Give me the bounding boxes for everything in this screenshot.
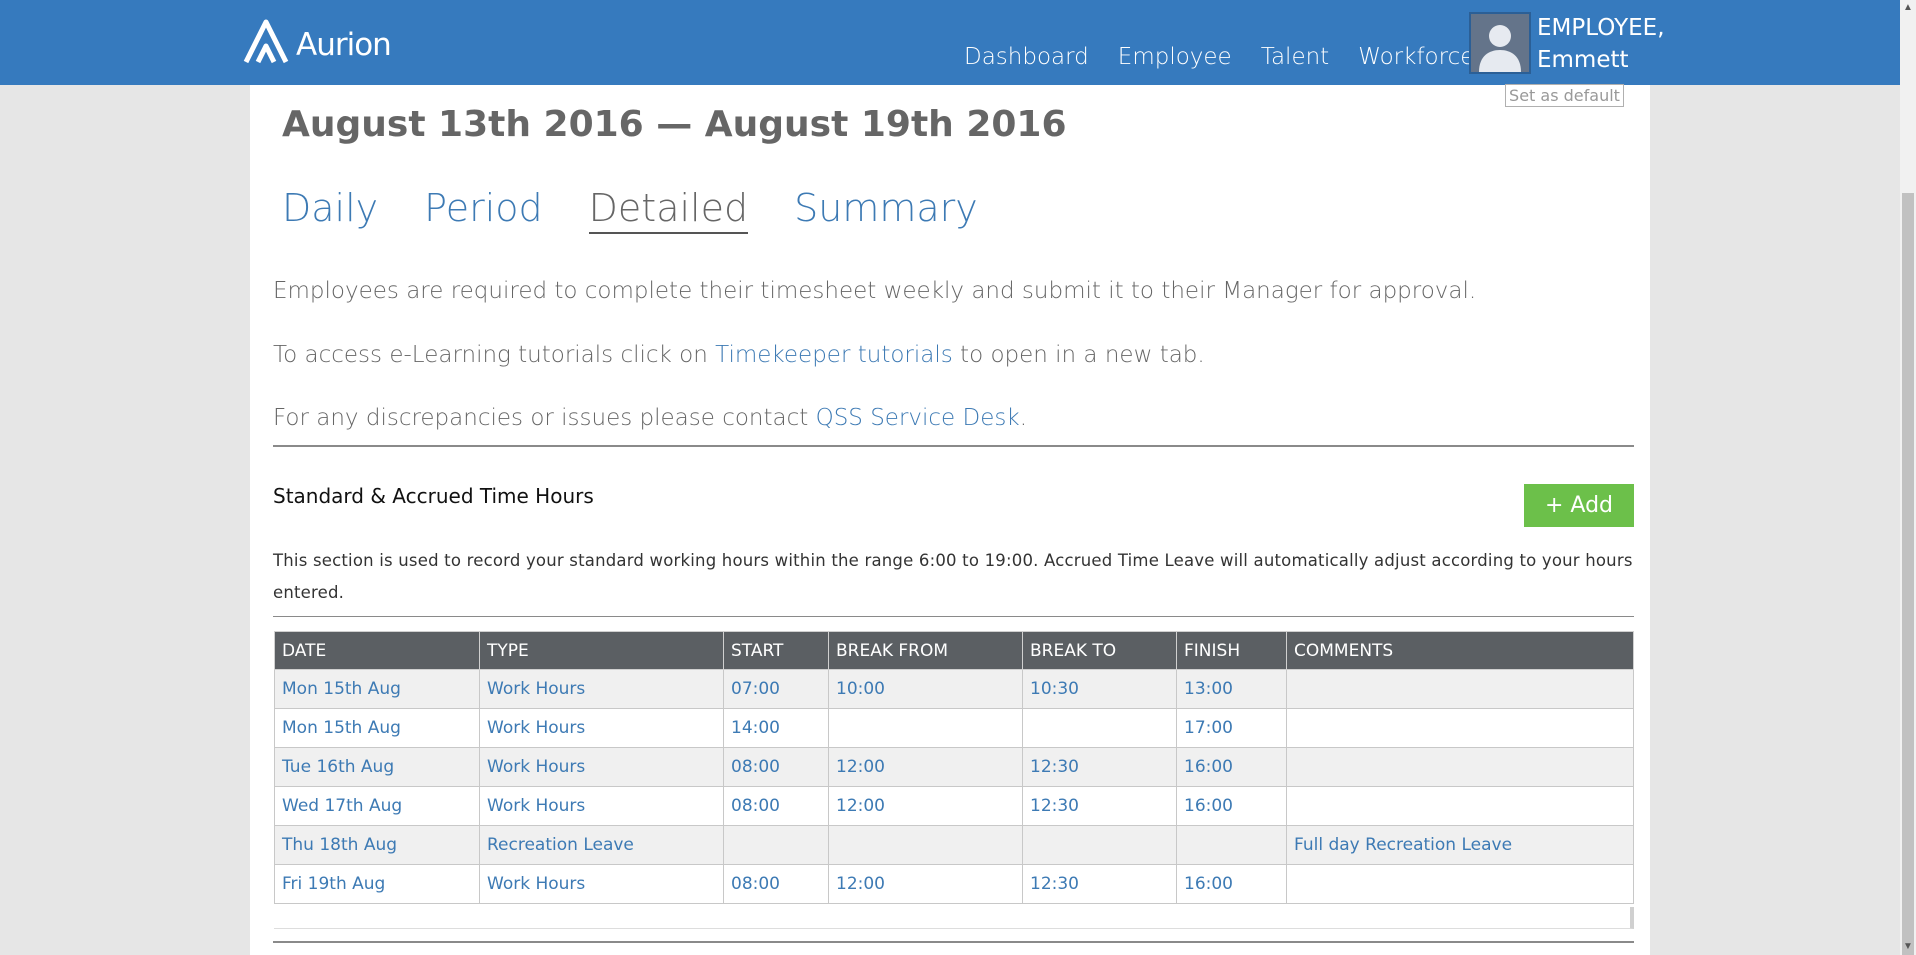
column-header-comments[interactable]: COMMENTS bbox=[1286, 631, 1634, 670]
cell-comments[interactable] bbox=[1286, 786, 1634, 826]
divider bbox=[273, 616, 1634, 617]
cell-finish[interactable]: 13:00 bbox=[1176, 669, 1287, 709]
info-text: To access e-Learning tutorials click on bbox=[273, 342, 716, 368]
cell-break-from[interactable]: 12:00 bbox=[828, 864, 1023, 904]
info-text: For any discrepancies or issues please c… bbox=[273, 405, 816, 431]
qss-service-desk-link[interactable]: QSS Service Desk bbox=[816, 405, 1020, 431]
cell-comments[interactable] bbox=[1286, 747, 1634, 787]
column-header-date[interactable]: DATE bbox=[274, 631, 480, 670]
table-row[interactable]: Tue 16th Aug Work Hours 08:00 12:00 12:3… bbox=[274, 747, 1634, 787]
cell-start[interactable]: 08:00 bbox=[723, 747, 829, 787]
nav-employee[interactable]: Employee bbox=[1118, 44, 1232, 70]
cell-finish[interactable]: 17:00 bbox=[1176, 708, 1287, 748]
cell-comments[interactable]: Full day Recreation Leave bbox=[1286, 825, 1634, 865]
hours-table-wrapper: DATE TYPE START BREAK FROM BREAK TO FINI… bbox=[274, 631, 1634, 904]
cell-start[interactable]: 07:00 bbox=[723, 669, 829, 709]
cell-finish[interactable]: 16:00 bbox=[1176, 864, 1287, 904]
divider bbox=[273, 941, 1634, 943]
top-bar: Aurion Dashboard Employee Talent Workfor… bbox=[0, 0, 1900, 85]
cell-comments[interactable] bbox=[1286, 864, 1634, 904]
cell-date[interactable]: Fri 19th Aug bbox=[274, 864, 480, 904]
timekeeper-tutorials-link[interactable]: Timekeeper tutorials bbox=[715, 342, 953, 368]
cell-type[interactable]: Work Hours bbox=[479, 786, 724, 826]
user-silhouette-icon bbox=[1471, 14, 1529, 72]
cell-type[interactable]: Recreation Leave bbox=[479, 825, 724, 865]
cell-break-to[interactable]: 12:30 bbox=[1022, 864, 1177, 904]
cell-start[interactable]: 08:00 bbox=[723, 786, 829, 826]
cell-date[interactable]: Mon 15th Aug bbox=[274, 708, 480, 748]
table-row[interactable]: Thu 18th Aug Recreation Leave Full day R… bbox=[274, 825, 1634, 865]
cell-finish[interactable]: 16:00 bbox=[1176, 747, 1287, 787]
page-title: August 13th 2016 — August 19th 2016 bbox=[282, 104, 1067, 145]
cell-break-from[interactable]: 10:00 bbox=[828, 669, 1023, 709]
table-row[interactable]: Fri 19th Aug Work Hours 08:00 12:00 12:3… bbox=[274, 864, 1634, 904]
nav-workforce[interactable]: Workforce bbox=[1358, 44, 1474, 70]
column-header-break-from[interactable]: BREAK FROM bbox=[828, 631, 1023, 670]
cell-break-from[interactable] bbox=[828, 708, 1023, 748]
cell-date[interactable]: Tue 16th Aug bbox=[274, 747, 480, 787]
cell-finish[interactable] bbox=[1176, 825, 1287, 865]
table-row[interactable]: Mon 15th Aug Work Hours 07:00 10:00 10:3… bbox=[274, 669, 1634, 709]
info-line-timesheet: Employees are required to complete their… bbox=[273, 278, 1477, 304]
add-button[interactable]: + Add bbox=[1524, 484, 1634, 527]
cell-finish[interactable]: 16:00 bbox=[1176, 786, 1287, 826]
cell-break-from[interactable] bbox=[828, 825, 1023, 865]
user-name-line2: Emmett bbox=[1537, 47, 1629, 73]
cell-break-to[interactable]: 12:30 bbox=[1022, 747, 1177, 787]
tab-summary[interactable]: Summary bbox=[794, 186, 978, 234]
aurion-logo[interactable]: Aurion bbox=[242, 16, 392, 64]
cell-type[interactable]: Work Hours bbox=[479, 669, 724, 709]
cell-break-to[interactable]: 12:30 bbox=[1022, 786, 1177, 826]
divider bbox=[273, 445, 1634, 447]
info-text: to open in a new tab. bbox=[952, 342, 1205, 368]
cell-comments[interactable] bbox=[1286, 669, 1634, 709]
cell-break-from[interactable]: 12:00 bbox=[828, 786, 1023, 826]
cell-break-to[interactable]: 10:30 bbox=[1022, 669, 1177, 709]
user-name-line1: EMPLOYEE, bbox=[1537, 15, 1665, 41]
scroll-up-icon[interactable]: ▲ bbox=[1900, 0, 1916, 16]
aurion-logo-icon bbox=[243, 19, 289, 64]
logo-text: Aurion bbox=[296, 27, 392, 63]
cell-date[interactable]: Thu 18th Aug bbox=[274, 825, 480, 865]
info-text: . bbox=[1019, 405, 1027, 431]
cell-comments[interactable] bbox=[1286, 708, 1634, 748]
column-header-break-to[interactable]: BREAK TO bbox=[1022, 631, 1177, 670]
column-header-start[interactable]: START bbox=[723, 631, 829, 670]
main-nav: Dashboard Employee Talent Workforce bbox=[964, 44, 1503, 70]
cell-type[interactable]: Work Hours bbox=[479, 708, 724, 748]
hours-table: DATE TYPE START BREAK FROM BREAK TO FINI… bbox=[274, 631, 1634, 904]
scroll-down-icon[interactable]: ▼ bbox=[1900, 939, 1916, 955]
section-title: Standard & Accrued Time Hours bbox=[273, 484, 594, 508]
avatar[interactable] bbox=[1469, 12, 1531, 74]
table-row[interactable]: Mon 15th Aug Work Hours 14:00 17:00 bbox=[274, 708, 1634, 748]
column-header-type[interactable]: TYPE bbox=[479, 631, 724, 670]
user-name[interactable]: EMPLOYEE, Emmett bbox=[1537, 12, 1665, 76]
cell-break-from[interactable]: 12:00 bbox=[828, 747, 1023, 787]
table-header-row: DATE TYPE START BREAK FROM BREAK TO FINI… bbox=[274, 631, 1634, 670]
section-description: This section is used to record your stan… bbox=[273, 551, 1633, 602]
scroll-thumb[interactable] bbox=[1902, 193, 1914, 955]
page-scrollbar[interactable]: ▲ ▼ bbox=[1900, 0, 1916, 955]
cell-type[interactable]: Work Hours bbox=[479, 864, 724, 904]
tab-daily[interactable]: Daily bbox=[282, 186, 378, 234]
cell-start[interactable]: 08:00 bbox=[723, 864, 829, 904]
cell-break-to[interactable] bbox=[1022, 825, 1177, 865]
info-line-tutorials: To access e-Learning tutorials click on … bbox=[273, 342, 1205, 368]
set-as-default-button[interactable]: Set as default bbox=[1505, 84, 1624, 107]
nav-talent[interactable]: Talent bbox=[1261, 44, 1329, 70]
tab-detailed[interactable]: Detailed bbox=[588, 186, 749, 234]
view-tabs: Daily Period Detailed Summary bbox=[282, 186, 1024, 234]
cell-date[interactable]: Wed 17th Aug bbox=[274, 786, 480, 826]
tab-period[interactable]: Period bbox=[424, 186, 543, 234]
cell-start[interactable]: 14:00 bbox=[723, 708, 829, 748]
cell-break-to[interactable] bbox=[1022, 708, 1177, 748]
column-header-finish[interactable]: FINISH bbox=[1176, 631, 1287, 670]
cell-date[interactable]: Mon 15th Aug bbox=[274, 669, 480, 709]
table-footer-space bbox=[274, 907, 1634, 929]
table-row[interactable]: Wed 17th Aug Work Hours 08:00 12:00 12:3… bbox=[274, 786, 1634, 826]
cell-start[interactable] bbox=[723, 825, 829, 865]
nav-dashboard[interactable]: Dashboard bbox=[964, 44, 1089, 70]
cell-type[interactable]: Work Hours bbox=[479, 747, 724, 787]
info-line-discrepancies: For any discrepancies or issues please c… bbox=[273, 405, 1027, 431]
